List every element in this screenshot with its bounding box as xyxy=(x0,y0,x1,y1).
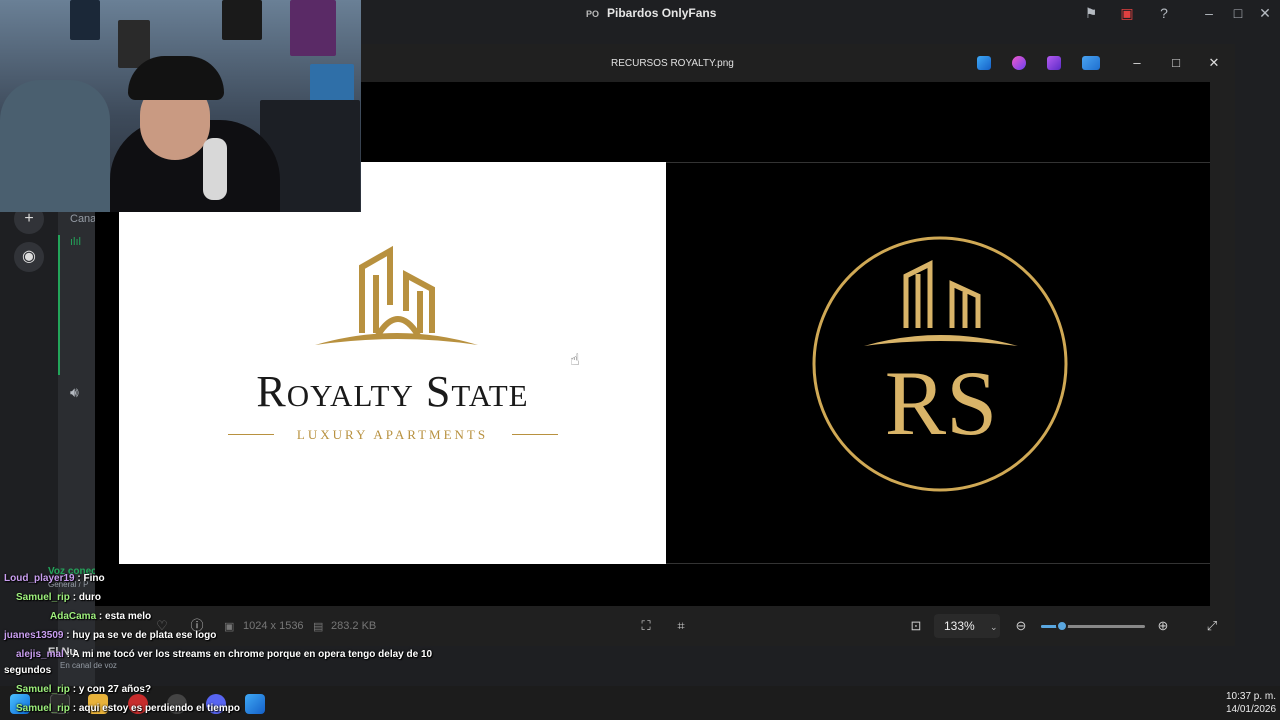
zoom-out-icon[interactable]: ⊖ xyxy=(1012,617,1030,635)
wall-poster xyxy=(222,0,262,40)
discord-close-icon[interactable]: ✕ xyxy=(1256,4,1274,22)
discord-minimize-icon[interactable]: – xyxy=(1200,4,1218,22)
clipchamp-app-icon[interactable] xyxy=(1047,56,1061,70)
help-icon[interactable]: ? xyxy=(1155,4,1173,22)
photos-icon[interactable] xyxy=(245,694,265,714)
edit-app-icon[interactable] xyxy=(977,56,991,70)
file-size: 283.2 KB xyxy=(331,620,377,632)
server-name: Pibardos OnlyFans xyxy=(607,6,717,20)
wall-poster xyxy=(70,0,100,40)
clock-time: 10:37 p. m. xyxy=(1225,691,1277,702)
zoom-select[interactable]: 133% ⌄ xyxy=(934,614,1000,638)
speaker-icon[interactable]: 🔊︎ xyxy=(70,384,79,401)
zoom-in-icon[interactable]: ⊕ xyxy=(1154,617,1172,635)
microphone xyxy=(203,138,227,200)
viewer-title: RECURSOS ROYALTY.png xyxy=(611,58,734,69)
chair xyxy=(0,80,110,212)
server-prefix: PO xyxy=(586,9,600,19)
person-cap xyxy=(128,56,224,100)
flag-icon[interactable]: ⚑ xyxy=(1082,4,1100,22)
monogram-text: RS xyxy=(884,352,998,454)
building-logo-icon xyxy=(315,245,478,345)
voice-indicator xyxy=(58,235,60,375)
chat-message: Samuel_rip : aqui estoy es perdiendo el … xyxy=(16,703,240,714)
zoom-slider-thumb[interactable] xyxy=(1055,620,1068,632)
crop-icon[interactable]: ⛶ xyxy=(637,617,655,635)
screen-share-icon[interactable]: ▣ xyxy=(1118,4,1136,22)
user-status: En canal de voz xyxy=(60,661,117,670)
chat-message: Samuel_rip : y con 27 años? xyxy=(16,684,152,695)
hand-cursor-icon: ☝︎ xyxy=(570,352,580,369)
scan-icon[interactable]: ⌗ xyxy=(672,617,690,635)
viewer-maximize-icon[interactable]: □ xyxy=(1166,55,1186,73)
image-dimensions: 1024 x 1536 xyxy=(243,620,304,632)
clock-date: 14/01/2026 xyxy=(1225,704,1277,715)
chat-message: alejis_mal : A mi me tocó ver los stream… xyxy=(16,649,433,660)
chat-message: Samuel_rip : duro xyxy=(16,592,102,603)
brand-name: Royalty State xyxy=(256,367,529,416)
discord-maximize-icon[interactable]: □ xyxy=(1229,4,1247,22)
viewer-minimize-icon[interactable]: – xyxy=(1127,55,1147,73)
logo-panel-light xyxy=(119,162,666,564)
chat-message: AdaCama : esta melo xyxy=(50,611,152,622)
chevron-down-icon: ⌄ xyxy=(990,622,998,632)
dimensions-icon: ▣ xyxy=(224,621,235,633)
chat-message-continued: segundos xyxy=(4,665,52,676)
brand-tagline: LUXURY APARTMENTS xyxy=(296,427,489,442)
onedrive-icon[interactable] xyxy=(1082,56,1100,70)
designer-app-icon[interactable] xyxy=(1012,56,1026,70)
zoom-value: 133% xyxy=(944,619,975,633)
voice-activity-icon: ılıl xyxy=(70,236,81,248)
file-size-icon: ▤ xyxy=(313,621,324,633)
webcam-overlay xyxy=(0,0,361,212)
server-title: PO Pibardos OnlyFans xyxy=(586,6,716,20)
chat-message: Loud_player19 : Fino xyxy=(4,573,105,584)
viewer-close-icon[interactable]: ✕ xyxy=(1204,55,1224,73)
explore-icon[interactable]: ◉ xyxy=(14,242,44,272)
chat-message: juanes13509 : huy pa se ve de plata ese … xyxy=(4,630,217,641)
fit-to-window-icon[interactable]: ⊡ xyxy=(907,617,925,635)
wall-poster xyxy=(290,0,336,56)
fullscreen-icon[interactable]: ⤢ xyxy=(1203,617,1221,635)
tagline-rule-right xyxy=(512,434,558,435)
clock[interactable]: 10:37 p. m. 14/01/2026 xyxy=(1222,690,1280,716)
